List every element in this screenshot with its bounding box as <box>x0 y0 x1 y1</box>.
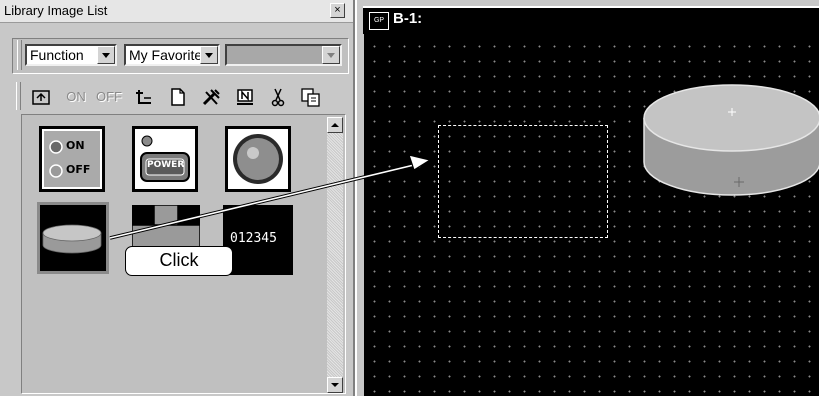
edit-icon <box>237 89 253 105</box>
favorites-dropdown-value: My Favorite <box>129 47 203 63</box>
chevron-down-icon[interactable] <box>200 46 218 64</box>
screen-titlebar[interactable]: GP B-1: <box>363 6 819 34</box>
close-button[interactable]: × <box>330 3 345 18</box>
function-dropdown[interactable]: Function <box>25 44 117 66</box>
library-image-list-panel: Library Image List × Function My Favorit… <box>0 0 355 396</box>
edit-button[interactable] <box>233 86 257 108</box>
chevron-down-icon[interactable] <box>322 46 340 64</box>
image-list-scrollbar[interactable] <box>327 117 343 393</box>
library-item-power-button[interactable]: POWER <box>132 126 198 192</box>
favorites-dropdown[interactable]: My Favorite <box>124 44 220 66</box>
properties-button[interactable] <box>200 86 224 108</box>
on-off-switch-icon <box>44 131 100 187</box>
screen-icon: GP <box>369 12 389 30</box>
drop-target-rectangle[interactable] <box>438 125 608 238</box>
new-folder-icon <box>136 90 151 104</box>
power-label: POWER <box>147 160 185 170</box>
screen-title: B-1: <box>393 10 423 27</box>
up-folder-icon <box>32 90 50 105</box>
library-title: Library Image List <box>4 3 108 18</box>
cylinder-icon <box>42 224 102 254</box>
copy-icon <box>301 88 320 107</box>
screen-editor-panel: GP B-1: <box>357 0 819 396</box>
drawing-canvas[interactable] <box>364 34 819 396</box>
on-button[interactable]: ON <box>62 86 90 108</box>
function-dropdown-value: Function <box>30 47 84 63</box>
library-item-numeric-display[interactable]: 012345 <box>223 205 293 275</box>
library-titlebar[interactable]: Library Image List × <box>0 0 353 23</box>
numeric-display-value: 012345 <box>230 231 277 246</box>
library-item-cylinder-tank[interactable] <box>37 202 109 274</box>
power-button-icon <box>140 135 190 182</box>
off-button[interactable]: OFF <box>94 86 124 108</box>
toolbar-grip[interactable] <box>16 82 21 110</box>
on-label: ON <box>66 139 85 152</box>
new-item-button[interactable] <box>167 86 189 108</box>
chevron-down-icon[interactable] <box>97 46 115 64</box>
library-item-round-lamp[interactable] <box>225 126 291 192</box>
category-dropdown[interactable] <box>225 44 342 66</box>
filter-bar: Function My Favorite <box>12 38 349 74</box>
click-callout: Click <box>125 246 233 276</box>
toolbar-grip[interactable] <box>17 40 22 70</box>
arrow-up-icon <box>331 123 339 127</box>
scroll-down-button[interactable] <box>327 377 343 393</box>
arrow-down-icon <box>331 383 339 387</box>
off-label: OFF <box>66 163 91 176</box>
scissors-icon <box>271 88 285 107</box>
cut-button[interactable] <box>267 86 289 108</box>
new-folder-button[interactable] <box>133 86 155 108</box>
placed-cylinder-object[interactable] <box>642 78 819 200</box>
tools-icon <box>202 89 220 106</box>
scroll-up-button[interactable] <box>327 117 343 133</box>
new-document-icon <box>171 88 185 106</box>
lamp-icon <box>233 134 283 184</box>
copy-button[interactable] <box>299 86 323 108</box>
library-item-on-off-switch[interactable]: ON OFF <box>39 126 105 192</box>
up-folder-button[interactable] <box>30 86 52 108</box>
